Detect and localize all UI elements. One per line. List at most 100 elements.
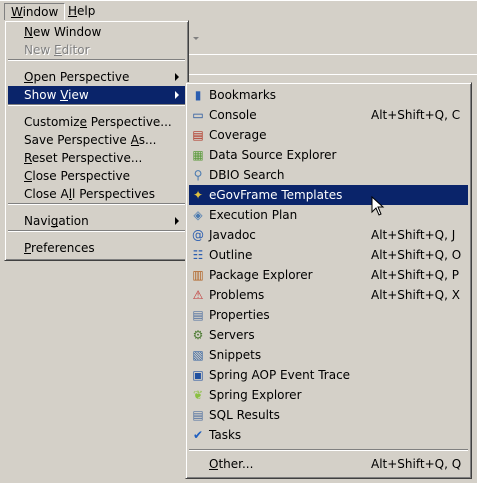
show-view-item-tasks[interactable]: ✔ Tasks (189, 425, 468, 445)
menu-label: Package Explorer (209, 268, 313, 282)
window-menu-item-open-perspective[interactable]: Open Perspective (8, 68, 185, 86)
menu-label: Problems (209, 288, 265, 302)
window-menu-item-new-window[interactable]: New Window (8, 23, 185, 41)
menu-label: Preferences (24, 241, 95, 255)
bookmarks-icon: ▮ (194, 88, 202, 102)
window-menu-item-save-perspective-as[interactable]: Save Perspective As... (8, 131, 185, 149)
window-menu-item-customize-perspective[interactable]: Customize Perspective... (8, 113, 185, 131)
show-view-item-spring-aop-event-trace[interactable]: ▣ Spring AOP Event Trace (189, 365, 468, 385)
menu-label: Window (11, 5, 59, 19)
menu-label: Reset Perspective... (24, 151, 143, 165)
shortcut-label: Alt+Shift+Q, O (371, 248, 462, 262)
menu-label: New Window (24, 25, 102, 39)
menu-label: SQL Results (209, 408, 280, 422)
coverage-icon: ▤ (192, 128, 204, 142)
menu-label: Spring Explorer (209, 388, 302, 402)
menu-label: Execution Plan (209, 208, 298, 222)
menu-label: Navigation (24, 214, 89, 228)
javadoc-icon: @ (192, 228, 204, 242)
window-menu-item-show-view[interactable]: Show View (8, 86, 185, 104)
menu-label: Outline (209, 248, 253, 262)
submenu-arrow-icon (175, 73, 179, 81)
show-view-item-properties[interactable]: ▤ Properties (189, 305, 468, 325)
window-menu-item-navigation[interactable]: Navigation (8, 212, 185, 230)
menu-label: New Editor (24, 43, 90, 57)
window-menu: New Window New Editor Open Perspective Show… (4, 20, 189, 261)
show-view-item-outline[interactable]: ☷ Outline Alt+Shift+Q, O (189, 245, 468, 265)
menu-label: Servers (209, 328, 255, 342)
menu-separator (189, 449, 468, 451)
shortcut-label: Alt+Shift+Q, Q (371, 457, 462, 471)
menu-label: Customize Perspective... (24, 115, 172, 129)
menu-label: Other... (209, 457, 254, 471)
menu-label: Save Perspective As... (24, 133, 157, 147)
aop-trace-icon: ▣ (192, 368, 204, 382)
menu-separator (8, 203, 185, 205)
shortcut-label: Alt+Shift+Q, X (371, 288, 460, 302)
menu-label: Data Source Explorer (209, 148, 337, 162)
show-view-item-data-source-explorer[interactable]: ▦ Data Source Explorer (189, 145, 468, 165)
menu-label: Bookmarks (209, 88, 277, 102)
execution-plan-icon: ◈ (193, 208, 203, 222)
sql-results-icon: ▤ (192, 408, 204, 422)
menu-bar: Window Help (0, 0, 477, 21)
submenu-arrow-icon (175, 91, 179, 99)
menu-help[interactable]: Help (62, 3, 101, 21)
menu-label: Console (209, 108, 257, 122)
menu-label: Coverage (209, 128, 267, 142)
show-view-item-egovframe-templates[interactable]: ✦ eGovFrame Templates (189, 185, 468, 205)
menu-label: Open Perspective (24, 70, 130, 84)
show-view-item-console[interactable]: ▭ Console Alt+Shift+Q, C (189, 105, 468, 125)
show-view-item-servers[interactable]: ⚙ Servers (189, 325, 468, 345)
menu-label: Spring AOP Event Trace (209, 368, 351, 382)
menu-label: Close Perspective (24, 169, 131, 183)
menu-label: eGovFrame Templates (209, 188, 343, 202)
show-view-item-snippets[interactable]: ▧ Snippets (189, 345, 468, 365)
menu-label: Javadoc (209, 228, 256, 242)
show-view-item-javadoc[interactable]: @ Javadoc Alt+Shift+Q, J (189, 225, 468, 245)
search-icon: ⚲ (193, 168, 203, 182)
menu-label: Properties (209, 308, 270, 322)
console-icon: ▭ (192, 108, 204, 122)
tasks-icon: ✔ (192, 428, 204, 442)
mouse-cursor-icon (371, 196, 385, 216)
toolbar-divider (188, 74, 477, 75)
show-view-item-sql-results[interactable]: ▤ SQL Results (189, 405, 468, 425)
menu-separator (8, 104, 185, 106)
menu-label: Show View (24, 88, 89, 102)
show-view-item-package-explorer[interactable]: ▥ Package Explorer Alt+Shift+Q, P (189, 265, 468, 285)
menu-label: Help (68, 4, 96, 18)
window-menu-item-new-editor: New Editor (8, 41, 185, 59)
show-view-item-spring-explorer[interactable]: ❦ Spring Explorer (189, 385, 468, 405)
menu-label: Close All Perspectives (24, 187, 155, 201)
window-menu-item-reset-perspective[interactable]: Reset Perspective... (8, 149, 185, 167)
templates-icon: ✦ (192, 188, 204, 202)
spring-leaf-icon: ❦ (192, 388, 204, 402)
show-view-item-bookmarks[interactable]: ▮ Bookmarks (189, 85, 468, 105)
show-view-item-other[interactable]: Other... Alt+Shift+Q, Q (189, 454, 468, 474)
submenu-arrow-icon (175, 217, 179, 225)
outline-icon: ☷ (192, 248, 204, 262)
menu-window[interactable]: Window (4, 3, 66, 21)
show-view-item-dbio-search[interactable]: ⚲ DBIO Search (189, 165, 468, 185)
menu-separator (8, 230, 185, 232)
problems-icon: ⚠ (192, 288, 204, 302)
menu-separator (8, 59, 185, 61)
show-view-item-coverage[interactable]: ▤ Coverage (189, 125, 468, 145)
window-menu-item-close-perspective[interactable]: Close Perspective (8, 167, 185, 185)
show-view-item-problems[interactable]: ⚠ Problems Alt+Shift+Q, X (189, 285, 468, 305)
show-view-item-execution-plan[interactable]: ◈ Execution Plan (189, 205, 468, 225)
data-source-icon: ▦ (192, 148, 204, 162)
show-view-submenu: ▮ Bookmarks ▭ Console Alt+Shift+Q, C ▤ Coverag… (185, 82, 472, 479)
shortcut-label: Alt+Shift+Q, J (371, 228, 456, 242)
window-menu-item-preferences[interactable]: Preferences (8, 239, 185, 257)
servers-icon: ⚙ (192, 328, 204, 342)
properties-icon: ▤ (192, 308, 204, 322)
menu-label: Snippets (209, 348, 262, 362)
menu-label: DBIO Search (209, 168, 285, 182)
dropdown-arrow-icon[interactable] (193, 37, 199, 40)
snippets-icon: ▧ (192, 348, 204, 362)
menu-label: Tasks (209, 428, 242, 442)
package-explorer-icon: ▥ (192, 268, 204, 282)
window-menu-item-close-all-perspectives[interactable]: Close All Perspectives (8, 185, 185, 203)
